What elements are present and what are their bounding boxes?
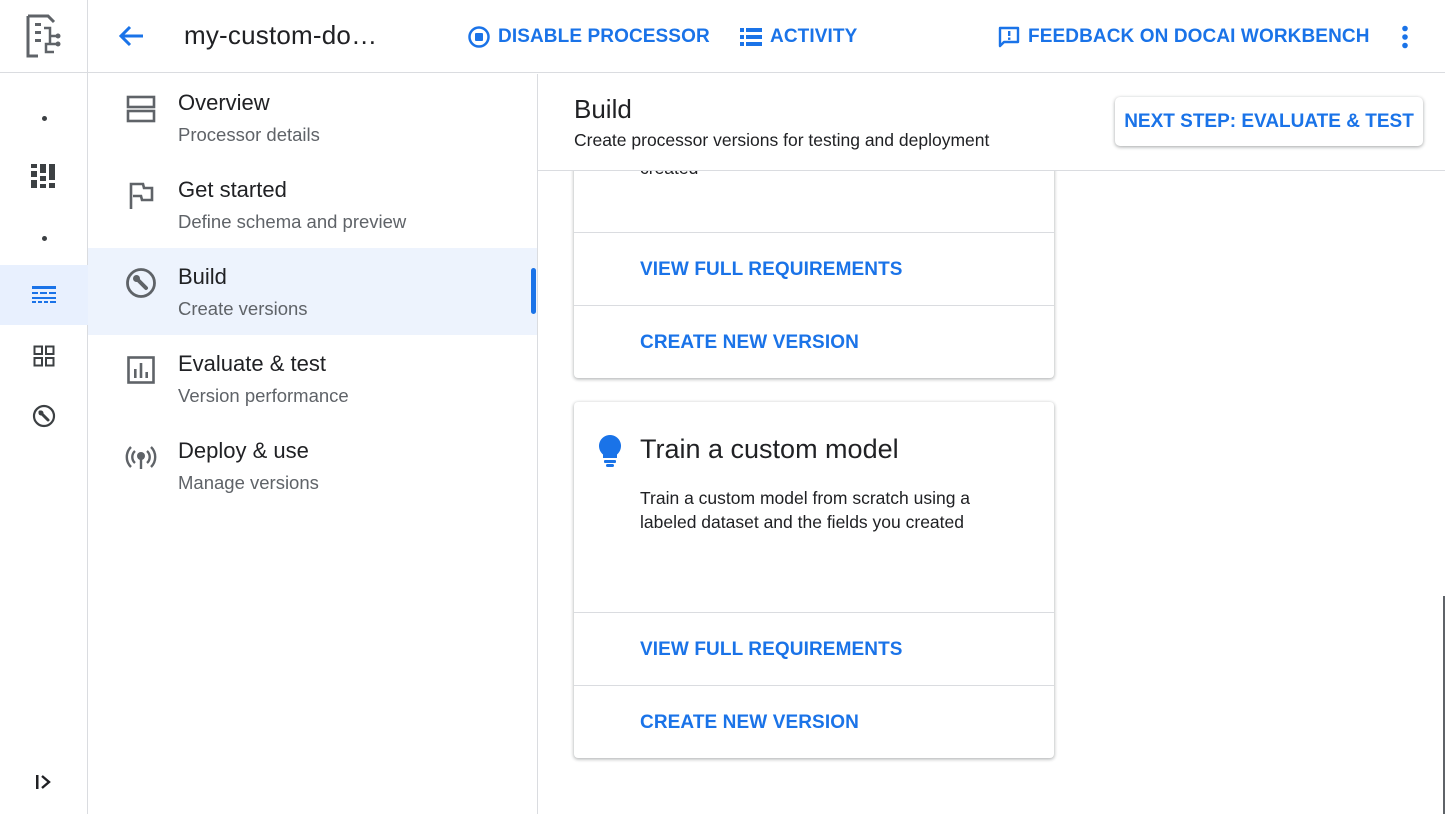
disable-processor-button[interactable]: DISABLE PROCESSOR <box>468 22 710 52</box>
lightbulb-icon <box>594 434 626 468</box>
list-icon <box>740 26 762 48</box>
processor-title: my-custom-do… <box>184 20 378 50</box>
view-requirements-label: VIEW FULL REQUIREMENTS <box>640 259 903 280</box>
dashboard-icon <box>31 164 55 188</box>
view-requirements-button[interactable]: VIEW FULL REQUIREMENTS <box>574 612 1054 685</box>
broadcast-icon <box>124 440 158 474</box>
page-subtitle: Create processor versions for testing an… <box>574 130 990 150</box>
card-title: Train a custom model <box>640 434 899 464</box>
create-version-button[interactable]: CREATE NEW VERSION <box>574 685 1054 758</box>
nav-item-title: Get started <box>178 177 287 202</box>
nav-item-title: Build <box>178 264 227 289</box>
expand-icon <box>36 775 51 789</box>
more-options-button[interactable] <box>1390 20 1420 54</box>
view-requirements-label: VIEW FULL REQUIREMENTS <box>640 639 903 660</box>
more-vert-icon <box>1402 25 1408 49</box>
rail-item-processors[interactable] <box>0 265 88 325</box>
main-content: Build Create processor versions for test… <box>538 74 1445 814</box>
nav-item-subtitle: Create versions <box>178 298 308 319</box>
rail-item-1[interactable] <box>0 88 88 148</box>
document-ai-logo-icon <box>26 14 61 58</box>
next-step-button[interactable]: NEXT STEP: EVALUATE & TEST <box>1115 97 1423 146</box>
processor-nav: Overview Processor details Get started D… <box>88 74 538 814</box>
apps-grid-icon <box>33 345 55 367</box>
active-nav-indicator <box>531 268 536 314</box>
nav-item-title: Deploy & use <box>178 438 309 463</box>
nav-item-evaluate[interactable]: Evaluate & test Version performance <box>88 335 537 422</box>
back-button[interactable] <box>114 19 148 53</box>
build-header: Build Create processor versions for test… <box>538 74 1445 171</box>
card-description: Train a custom model from scratch using … <box>640 488 971 532</box>
nav-item-title: Overview <box>178 90 270 115</box>
processors-icon <box>32 286 56 303</box>
create-version-button[interactable]: CREATE NEW VERSION <box>574 305 1054 378</box>
rail-item-apps[interactable] <box>0 326 88 386</box>
nav-item-get-started[interactable]: Get started Define schema and preview <box>88 161 537 248</box>
view-requirements-button[interactable]: VIEW FULL REQUIREMENTS <box>574 232 1054 305</box>
rail-expand-button[interactable] <box>0 752 88 812</box>
bar-chart-icon <box>124 353 158 387</box>
rail-item-dashboard[interactable] <box>0 146 88 206</box>
arrow-back-icon <box>118 25 143 47</box>
rail-item-2[interactable] <box>0 208 88 268</box>
disable-processor-label: DISABLE PROCESSOR <box>498 26 710 47</box>
feedback-icon <box>998 26 1020 48</box>
left-rail <box>0 0 88 814</box>
activity-button[interactable]: ACTIVITY <box>740 22 857 52</box>
flag-icon <box>124 179 158 213</box>
nav-item-subtitle: Processor details <box>178 124 320 145</box>
create-version-label: CREATE NEW VERSION <box>640 712 859 733</box>
stop-circle-icon <box>468 26 490 48</box>
top-header: my-custom-do… DISABLE PROCESSOR ACTIVITY <box>88 0 1445 73</box>
dot-icon <box>41 115 47 121</box>
document-ai-logo[interactable] <box>0 0 88 73</box>
dot-icon <box>41 235 47 241</box>
page-title: Build <box>574 94 632 124</box>
nav-item-subtitle: Manage versions <box>178 472 319 493</box>
build-wrench-icon <box>32 404 56 428</box>
nav-item-overview[interactable]: Overview Processor details <box>88 74 537 161</box>
nav-item-deploy[interactable]: Deploy & use Manage versions <box>88 422 537 509</box>
activity-label: ACTIVITY <box>770 26 858 47</box>
rail-item-build[interactable] <box>0 386 88 446</box>
nav-item-subtitle: Version performance <box>178 385 349 406</box>
nav-item-subtitle: Define schema and preview <box>178 211 407 232</box>
nav-item-title: Evaluate & test <box>178 351 326 376</box>
view-agenda-icon <box>124 92 158 126</box>
nav-item-build[interactable]: Build Create versions <box>88 248 537 335</box>
build-wrench-icon <box>124 266 158 300</box>
create-version-label: CREATE NEW VERSION <box>640 332 859 353</box>
feedback-button[interactable]: FEEDBACK ON DOCAI WORKBENCH <box>998 22 1370 52</box>
feedback-label: FEEDBACK ON DOCAI WORKBENCH <box>1028 26 1370 47</box>
train-custom-model-card: Train a custom model Train a custom mode… <box>574 402 1054 758</box>
